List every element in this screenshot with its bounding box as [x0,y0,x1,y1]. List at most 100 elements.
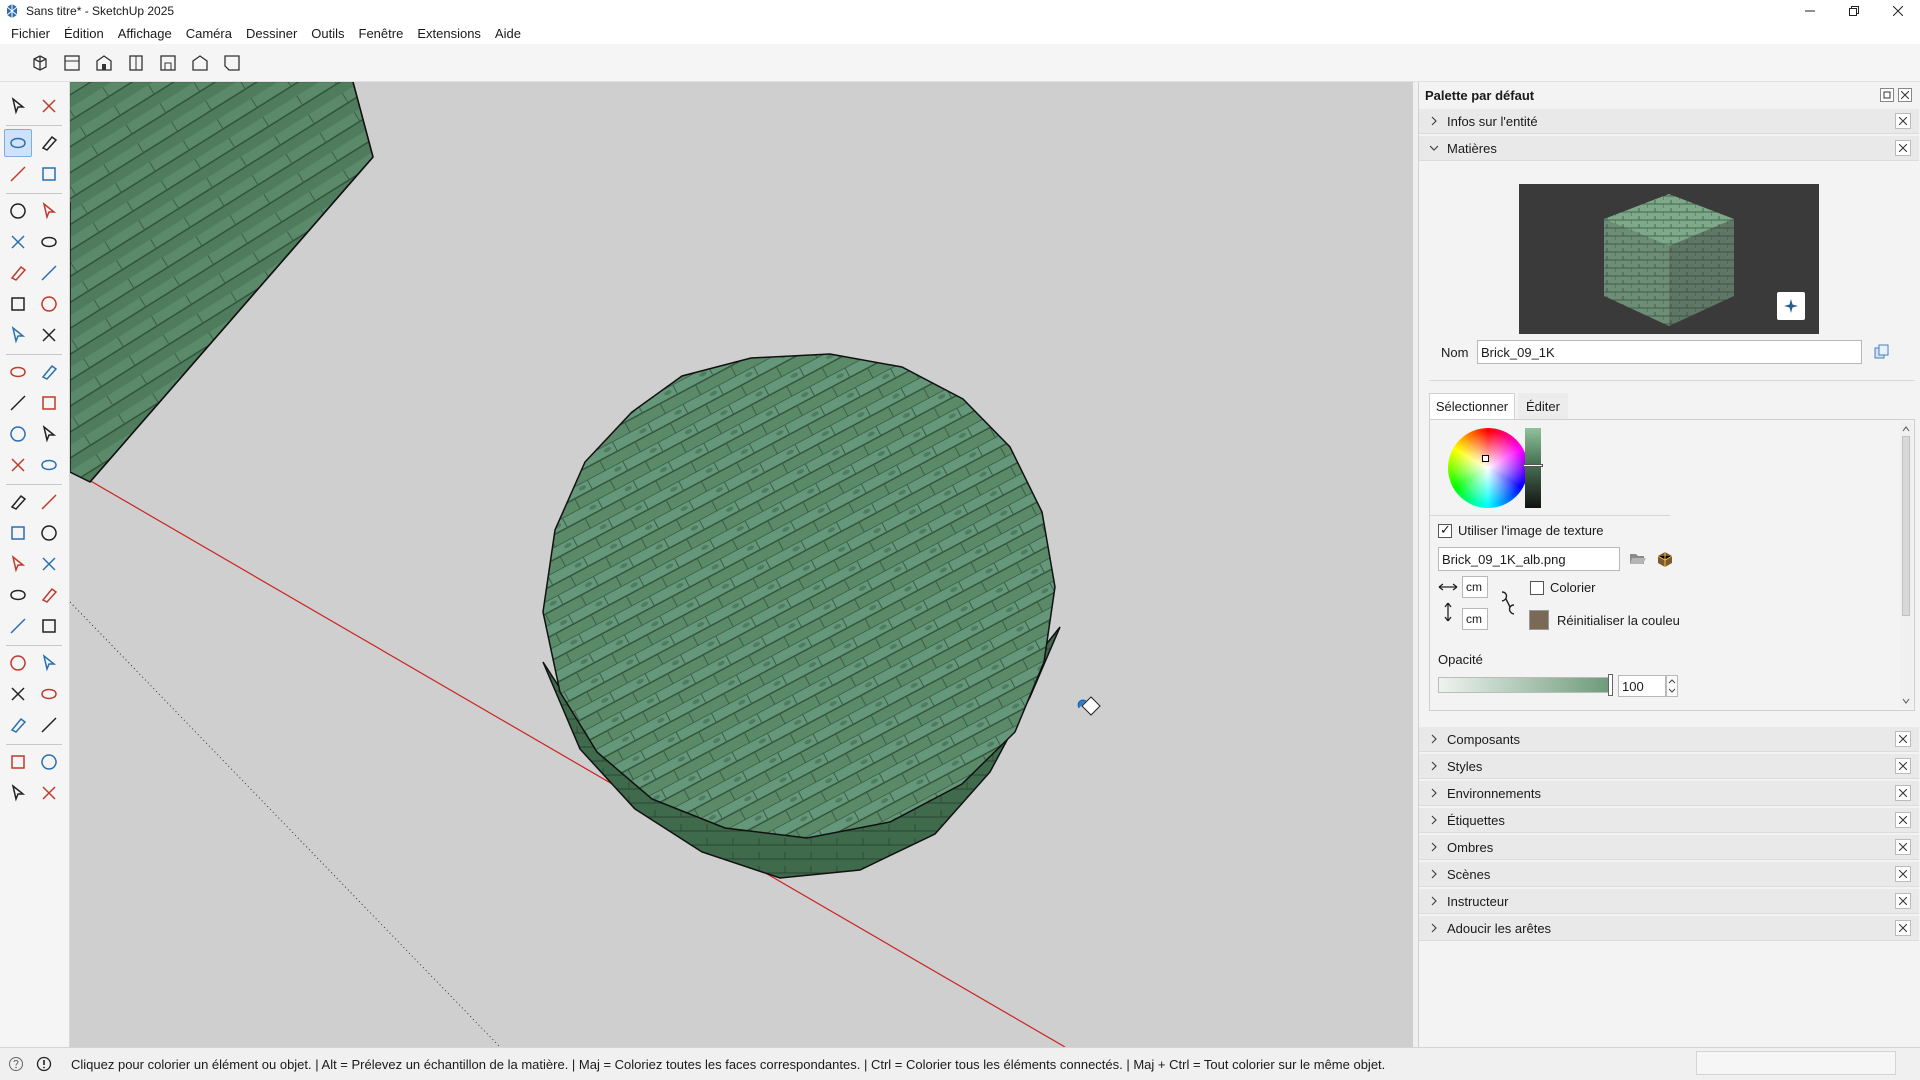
menu-camera[interactable]: Caméra [179,26,239,41]
close-tray-button[interactable] [1895,113,1911,129]
close-panel-button[interactable] [1898,88,1912,102]
reset-color-swatch[interactable] [1529,610,1549,630]
tool-push-pull[interactable] [35,358,63,386]
menu-fichier[interactable]: Fichier [4,26,57,41]
tray-sc-nes[interactable]: Scènes [1419,862,1919,887]
tool-pyramid[interactable] [35,451,63,479]
tool-scale[interactable] [4,420,32,448]
close-tray-button[interactable] [1895,785,1911,801]
material-name-field[interactable]: Brick_09_1K [1477,340,1862,364]
link-aspect-button[interactable] [1498,590,1518,616]
tool-walk[interactable] [35,680,63,708]
iso-view-button[interactable] [28,51,52,75]
tray-ombres[interactable]: Ombres [1419,835,1919,860]
close-tray-button[interactable] [1895,758,1911,774]
tool-rectangle[interactable] [4,228,32,256]
menu-affichage[interactable]: Affichage [111,26,179,41]
tool-follow-me[interactable] [35,389,63,417]
close-tray-button[interactable] [1895,839,1911,855]
edit-pane-scrollbar[interactable] [1900,422,1912,708]
tool-sound[interactable] [35,711,63,739]
opacity-slider[interactable] [1438,677,1613,693]
tool-look-around[interactable] [4,711,32,739]
menu-outils[interactable]: Outils [304,26,351,41]
3d-viewport[interactable] [70,82,1413,1047]
menu-edition[interactable]: Édition [57,26,111,41]
opacity-field[interactable]: 100 [1618,675,1666,697]
use-texture-checkbox[interactable] [1438,522,1452,538]
front-view-button[interactable] [92,51,116,75]
menu-aide[interactable]: Aide [488,26,528,41]
restore-button[interactable] [1832,0,1876,22]
brightness-slider-thumb[interactable] [1523,464,1543,467]
tray-entity-info[interactable]: Infos sur l'entité [1419,109,1919,134]
create-material-button[interactable] [1777,292,1805,320]
tray-materials[interactable]: Matières [1419,136,1919,161]
pin-panel-button[interactable] [1880,88,1894,102]
tool-protractor[interactable] [4,519,32,547]
close-tray-button[interactable] [1895,866,1911,882]
color-wheel[interactable] [1448,428,1528,508]
close-tray-button[interactable] [1895,731,1911,747]
tray-adoucir-les-ar-tes[interactable]: Adoucir les arêtes [1419,916,1919,941]
back-view-button[interactable] [156,51,180,75]
tool-paint-bucket[interactable] [4,129,32,157]
tool-lasso[interactable] [35,92,63,120]
tool-circle[interactable] [4,259,32,287]
top-view-button[interactable] [60,51,84,75]
menu-dessiner[interactable]: Dessiner [239,26,304,41]
minimize-button[interactable] [1788,0,1832,22]
texture-width-field[interactable]: cm [1462,576,1488,598]
info-button[interactable] [36,1056,52,1072]
tool-axes[interactable] [4,550,32,578]
tool-tape-measure[interactable] [4,488,32,516]
tray-styles[interactable]: Styles [1419,754,1919,779]
tool-zoom-window[interactable] [35,612,63,640]
colorize-checkbox[interactable] [1530,581,1544,595]
texture-file-field[interactable]: Brick_09_1K_alb.png [1438,547,1620,571]
textured-cylinder[interactable] [542,353,1061,879]
tool-warehouse[interactable] [4,748,32,776]
tool-3pt-arc[interactable] [4,321,32,349]
duplicate-material-button[interactable] [1873,343,1891,361]
edit-texture-button[interactable] [1655,549,1675,569]
tray--tiquettes[interactable]: Étiquettes [1419,808,1919,833]
tool-polygon[interactable] [35,259,63,287]
tool-freehand[interactable] [35,197,63,225]
browse-texture-button[interactable] [1628,549,1648,569]
tool-eraser[interactable] [35,129,63,157]
opacity-slider-thumb[interactable] [1608,674,1613,696]
close-tray-button[interactable] [1895,893,1911,909]
tool-extension-warehouse[interactable] [35,748,63,776]
right-view-button[interactable] [124,51,148,75]
textured-box[interactable] [70,82,374,483]
tool-text[interactable] [35,519,63,547]
tool-offset[interactable] [35,420,63,448]
tool-rotated-rect[interactable] [35,228,63,256]
close-window-button[interactable] [1876,0,1920,22]
tool-components[interactable] [35,779,63,807]
tray-composants[interactable]: Composants [1419,727,1919,752]
tool-pan-hand[interactable] [35,581,63,609]
tool-pie[interactable] [35,290,63,318]
tool-arc[interactable] [4,290,32,318]
tool-section-plane[interactable] [4,581,32,609]
tool-2pt-arc[interactable] [35,321,63,349]
tool-zoom-extents[interactable] [4,649,32,677]
tool-tape-eraser[interactable] [35,160,63,188]
tool-previous[interactable] [35,649,63,677]
tool-rotate[interactable] [4,389,32,417]
tool-layers[interactable] [4,779,32,807]
menu-extensions[interactable]: Extensions [410,26,488,41]
tab-edit[interactable]: Éditer [1518,393,1568,419]
close-tray-button[interactable] [1895,812,1911,828]
bottom-view-button[interactable] [220,51,244,75]
close-tray-button[interactable] [1895,140,1911,156]
opacity-spinner[interactable] [1666,675,1678,697]
tab-select[interactable]: Sélectionner [1429,393,1515,419]
menu-fenetre[interactable]: Fenêtre [352,26,411,41]
tray-instructeur[interactable]: Instructeur [1419,889,1919,914]
tool-tag[interactable] [4,160,32,188]
texture-height-field[interactable]: cm [1462,608,1488,630]
tool-zoom[interactable] [4,612,32,640]
